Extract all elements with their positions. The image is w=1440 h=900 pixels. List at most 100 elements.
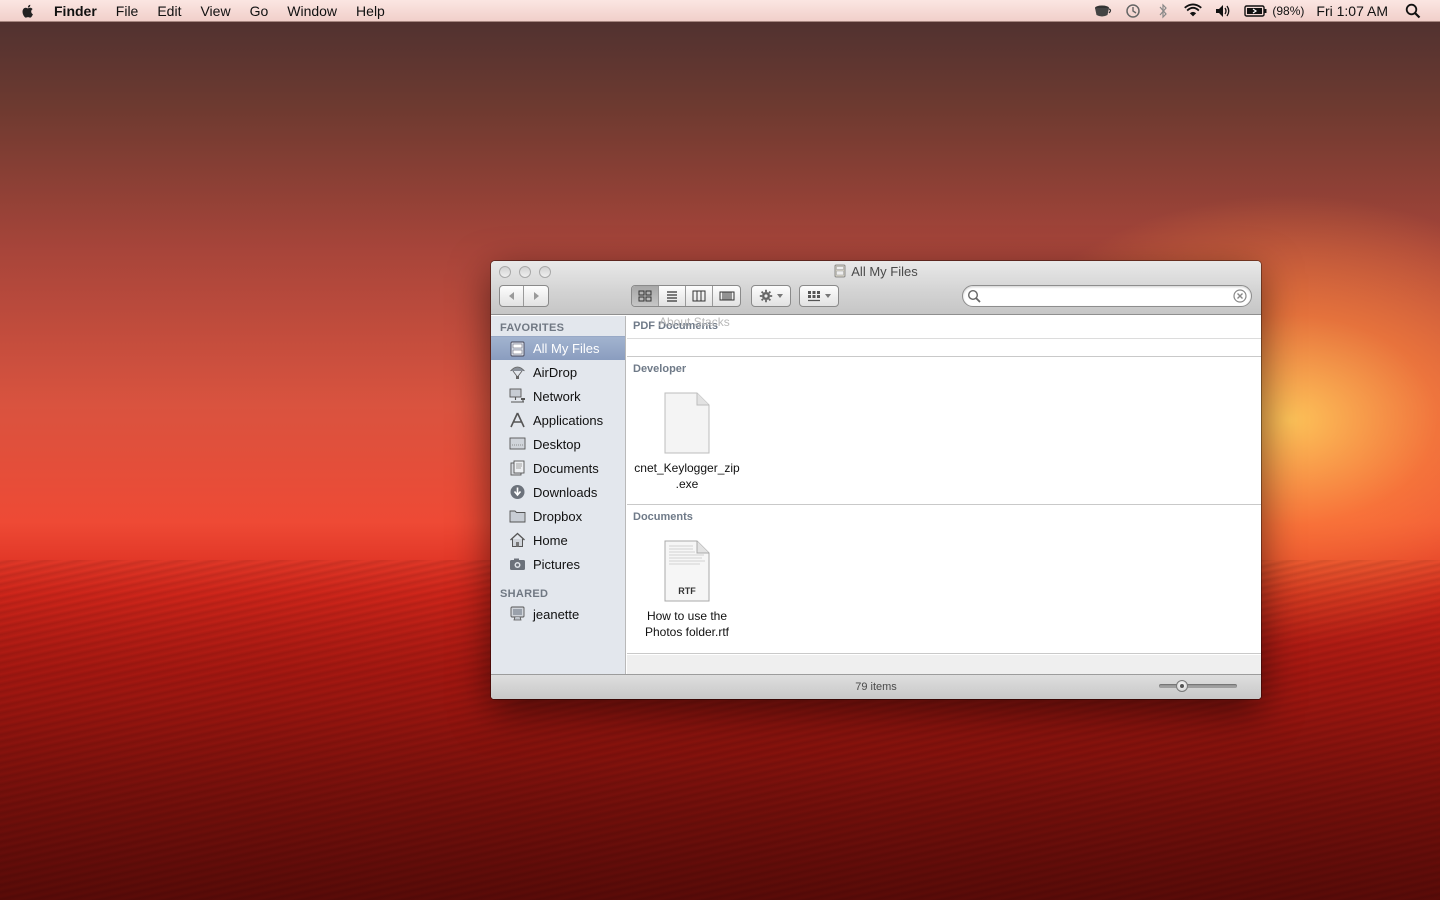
file-browser-content: PDF Documents About Stacks Developer cne… bbox=[627, 316, 1261, 674]
group-label: Developer bbox=[633, 363, 687, 375]
file-item[interactable]: cnet_Keylogger_zip .exe bbox=[627, 392, 747, 492]
menu-finder[interactable]: Finder bbox=[54, 3, 97, 19]
file-name-line: cnet_Keylogger_zip bbox=[634, 461, 740, 475]
apple-icon[interactable] bbox=[20, 3, 36, 19]
stacks-overlay-text: About Stacks bbox=[659, 316, 730, 329]
rtf-badge: RTF bbox=[678, 586, 696, 596]
slider-knob[interactable] bbox=[1176, 680, 1188, 692]
menu-bar: Finder File Edit View Go Window Help (98… bbox=[0, 0, 1440, 22]
sidebar-item-downloads[interactable]: Downloads bbox=[491, 480, 625, 504]
sidebar-item-label: Home bbox=[533, 532, 568, 548]
sidebar-item-label: Pictures bbox=[533, 556, 580, 572]
computer-icon bbox=[509, 606, 526, 623]
file-item[interactable]: RTF How to use the Photos folder.rtf bbox=[627, 540, 747, 640]
sidebar-item-all-my-files[interactable]: All My Files bbox=[491, 336, 625, 360]
sidebar-item-applications[interactable]: Applications bbox=[491, 408, 625, 432]
menubar-clock[interactable]: Fri 1:07 AM bbox=[1316, 3, 1388, 19]
generic-document-icon bbox=[664, 392, 710, 454]
file-name: How to use the Photos folder.rtf bbox=[627, 608, 747, 640]
menu-file[interactable]: File bbox=[116, 3, 139, 19]
gear-icon bbox=[759, 289, 772, 303]
back-button[interactable] bbox=[500, 286, 524, 306]
sidebar-item-label: AirDrop bbox=[533, 364, 578, 380]
column-view-icon bbox=[692, 290, 706, 302]
coverflow-view-button[interactable] bbox=[713, 286, 740, 306]
arrange-menu-button[interactable] bbox=[799, 285, 839, 307]
sidebar-item-label: Applications bbox=[533, 412, 604, 428]
sidebar-item-airdrop[interactable]: AirDrop bbox=[491, 360, 625, 384]
menu-view[interactable]: View bbox=[200, 3, 230, 19]
forward-button[interactable] bbox=[524, 286, 548, 306]
airdrop-icon bbox=[509, 364, 526, 381]
volume-icon[interactable] bbox=[1214, 3, 1232, 19]
icon-size-slider[interactable] bbox=[1159, 680, 1237, 692]
column-view-button[interactable] bbox=[686, 286, 713, 306]
arrange-grid-icon bbox=[807, 291, 820, 302]
sidebar-item-home[interactable]: Home bbox=[491, 528, 625, 552]
applications-icon bbox=[509, 412, 526, 429]
file-name-line: Photos folder.rtf bbox=[644, 625, 730, 639]
group-divider bbox=[627, 338, 1261, 339]
coffee-cup-icon[interactable] bbox=[1094, 3, 1112, 19]
folder-icon bbox=[509, 508, 526, 525]
group-documents: Documents RTF How to use the Photos fold… bbox=[627, 506, 1261, 654]
window-title: All My Files bbox=[491, 264, 1261, 279]
coverflow-view-icon bbox=[719, 291, 734, 301]
sidebar-item-label: Network bbox=[533, 388, 581, 404]
menu-go[interactable]: Go bbox=[250, 3, 269, 19]
list-view-button[interactable] bbox=[659, 286, 686, 306]
sidebar-item-label: All My Files bbox=[533, 341, 600, 356]
sidebar-item-documents[interactable]: Documents bbox=[491, 456, 625, 480]
icon-view-icon bbox=[638, 290, 652, 302]
item-count: 79 items bbox=[855, 681, 897, 693]
menu-edit[interactable]: Edit bbox=[157, 3, 181, 19]
file-name-line: How to use the bbox=[646, 609, 728, 623]
search-field[interactable] bbox=[962, 285, 1252, 307]
search-input[interactable] bbox=[985, 288, 1225, 304]
action-menu-button[interactable] bbox=[751, 285, 791, 307]
group-pdf-documents: PDF Documents About Stacks bbox=[627, 316, 1261, 357]
list-view-icon bbox=[667, 291, 677, 302]
content-empty-area bbox=[627, 655, 1261, 674]
back-forward-control bbox=[499, 285, 549, 307]
status-bar: 79 items bbox=[491, 674, 1261, 699]
icon-view-button[interactable] bbox=[632, 286, 659, 306]
chevron-down-icon bbox=[824, 294, 831, 298]
back-arrow-icon bbox=[508, 292, 514, 300]
sidebar-item-label: Dropbox bbox=[533, 508, 583, 524]
sidebar: FAVORITES All My Files AirDrop Network A… bbox=[491, 316, 626, 674]
group-developer: Developer cnet_Keylogger_zip .exe bbox=[627, 358, 1261, 505]
documents-icon bbox=[509, 460, 526, 477]
battery-icon[interactable] bbox=[1244, 3, 1268, 19]
view-mode-control bbox=[631, 285, 741, 307]
sidebar-header-favorites: FAVORITES bbox=[500, 322, 565, 334]
file-name-line: .exe bbox=[675, 477, 699, 491]
sidebar-item-network[interactable]: Network bbox=[491, 384, 625, 408]
downloads-icon bbox=[509, 484, 526, 501]
window-titlebar[interactable]: All My Files bbox=[491, 261, 1261, 315]
all-my-files-icon bbox=[834, 264, 846, 278]
menu-window[interactable]: Window bbox=[287, 3, 337, 19]
sidebar-item-label: jeanette bbox=[533, 606, 580, 622]
network-icon bbox=[509, 388, 526, 405]
bluetooth-icon[interactable] bbox=[1154, 3, 1172, 19]
desktop-icon bbox=[509, 436, 526, 453]
sidebar-item-jeanette[interactable]: jeanette bbox=[491, 602, 625, 626]
sidebar-item-dropbox[interactable]: Dropbox bbox=[491, 504, 625, 528]
forward-arrow-icon bbox=[534, 292, 539, 300]
sidebar-item-pictures[interactable]: Pictures bbox=[491, 552, 625, 576]
finder-window: All My Files FAVORITES All My Files AirD… bbox=[491, 261, 1261, 699]
time-machine-icon[interactable] bbox=[1124, 3, 1142, 19]
menu-help[interactable]: Help bbox=[356, 3, 385, 19]
chevron-down-icon bbox=[776, 294, 783, 298]
camera-icon bbox=[509, 556, 526, 573]
spotlight-icon[interactable] bbox=[1404, 3, 1422, 19]
file-name: cnet_Keylogger_zip .exe bbox=[627, 460, 747, 492]
sidebar-item-desktop[interactable]: Desktop bbox=[491, 432, 625, 456]
wifi-icon[interactable] bbox=[1184, 3, 1203, 19]
all-my-files-icon bbox=[509, 340, 526, 357]
battery-percent[interactable]: (98%) bbox=[1272, 4, 1304, 18]
search-icon bbox=[967, 289, 981, 303]
clear-search-icon[interactable] bbox=[1233, 289, 1247, 303]
sidebar-item-label: Desktop bbox=[533, 436, 581, 452]
